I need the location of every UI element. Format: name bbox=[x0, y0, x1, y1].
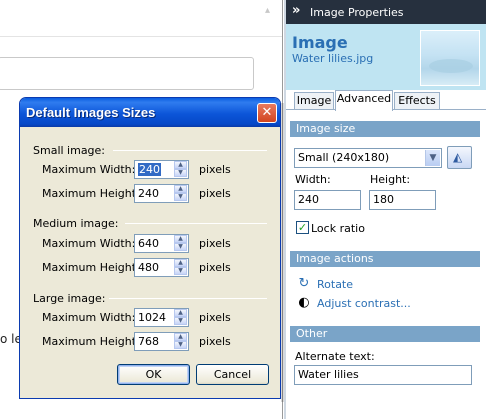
hero-filename: Water lilies.jpg bbox=[292, 52, 374, 65]
spin-down-icon[interactable]: ▼ bbox=[174, 341, 187, 349]
document-text-field[interactable] bbox=[0, 57, 254, 90]
image-properties-panel: » Image Properties Image Water lilies.jp… bbox=[286, 0, 486, 419]
tab-effects[interactable]: Effects bbox=[394, 92, 440, 110]
hero-title: Image bbox=[292, 33, 348, 52]
height-label: Height: bbox=[370, 173, 411, 186]
height-input[interactable]: 180 bbox=[369, 190, 436, 210]
large-max-width-label: Maximum Width: bbox=[42, 311, 136, 324]
small-max-width-label: Maximum Width: bbox=[42, 163, 136, 176]
chevron-down-icon[interactable]: ▼ bbox=[425, 150, 440, 166]
spin-up-icon[interactable]: ▲ bbox=[174, 161, 187, 169]
small-max-height-value[interactable]: 240 bbox=[138, 187, 159, 200]
double-chevron-right-icon[interactable]: » bbox=[292, 4, 300, 18]
tab-image[interactable]: Image bbox=[294, 92, 334, 110]
panel-title: Image Properties bbox=[310, 6, 404, 19]
group-label-small: Small image: bbox=[33, 144, 106, 157]
spin-up-icon[interactable]: ▲ bbox=[174, 235, 187, 243]
unit-label: pixels bbox=[199, 237, 231, 250]
cancel-button[interactable]: Cancel bbox=[196, 364, 269, 385]
size-settings-button[interactable]: ◭ bbox=[447, 146, 472, 169]
medium-max-height-value[interactable]: 480 bbox=[138, 261, 159, 274]
spin-up-icon[interactable]: ▲ bbox=[174, 259, 187, 267]
rotate-link[interactable]: Rotate bbox=[317, 278, 353, 291]
rotate-icon: ↻ bbox=[298, 276, 310, 291]
spin-down-icon[interactable]: ▼ bbox=[174, 317, 187, 325]
group-label-large: Large image: bbox=[33, 292, 106, 305]
large-max-height-label: Maximum Height: bbox=[42, 335, 140, 348]
dialog-titlebar[interactable]: Default Images Sizes ✕ bbox=[20, 98, 280, 127]
group-separator bbox=[125, 223, 267, 224]
small-max-height-spinner[interactable]: 240 ▲ ▼ bbox=[134, 184, 189, 203]
width-label: Width: bbox=[295, 173, 331, 186]
section-image-actions: Image actions bbox=[290, 251, 480, 267]
spin-down-icon[interactable]: ▼ bbox=[174, 267, 187, 275]
section-other: Other bbox=[290, 326, 480, 342]
ok-button[interactable]: OK bbox=[117, 364, 190, 385]
large-max-height-spinner[interactable]: 768 ▲ ▼ bbox=[134, 332, 189, 351]
medium-max-height-label: Maximum Height: bbox=[42, 261, 140, 274]
small-max-height-label: Maximum Height: bbox=[42, 187, 140, 200]
close-button[interactable]: ✕ bbox=[257, 103, 277, 123]
group-separator bbox=[113, 150, 267, 151]
unit-label: pixels bbox=[199, 335, 231, 348]
adjust-contrast-link[interactable]: Adjust contrast... bbox=[317, 297, 411, 310]
spin-down-icon[interactable]: ▼ bbox=[174, 169, 187, 177]
lock-ratio-checkbox[interactable]: ✓ bbox=[296, 221, 309, 234]
tab-strip: Image Advanced Effects bbox=[286, 90, 486, 111]
group-separator bbox=[109, 298, 267, 299]
image-thumbnail bbox=[420, 30, 480, 86]
lock-ratio-label: Lock ratio bbox=[311, 222, 365, 235]
alternate-text-label: Alternate text: bbox=[295, 350, 375, 363]
tab-advanced[interactable]: Advanced bbox=[335, 90, 393, 111]
spin-up-icon[interactable]: ▲ bbox=[174, 185, 187, 193]
section-image-size: Image size bbox=[290, 121, 480, 137]
large-max-width-spinner[interactable]: 1024 ▲ ▼ bbox=[134, 308, 189, 327]
panel-header: » Image Properties bbox=[286, 0, 486, 24]
panel-hero: Image Water lilies.jpg bbox=[286, 24, 486, 90]
unit-label: pixels bbox=[199, 261, 231, 274]
size-preset-value: Small (240x180) bbox=[298, 151, 390, 164]
close-icon: ✕ bbox=[261, 105, 273, 120]
collapse-icon[interactable]: ▴ bbox=[262, 5, 273, 16]
group-label-medium: Medium image: bbox=[33, 217, 119, 230]
spin-down-icon[interactable]: ▼ bbox=[174, 193, 187, 201]
large-max-height-value[interactable]: 768 bbox=[138, 335, 159, 348]
dialog-title: Default Images Sizes bbox=[26, 105, 156, 120]
alternate-text-input[interactable]: Water lilies bbox=[294, 365, 472, 385]
medium-max-width-spinner[interactable]: 640 ▲ ▼ bbox=[134, 234, 189, 253]
small-max-width-value[interactable]: 240 bbox=[138, 163, 161, 176]
contrast-icon: ◐ bbox=[298, 295, 310, 310]
medium-max-height-spinner[interactable]: 480 ▲ ▼ bbox=[134, 258, 189, 277]
size-preset-select[interactable]: Small (240x180) ▼ bbox=[294, 148, 442, 168]
document-toolbar: ▴ bbox=[0, 0, 282, 22]
dialog-shadow bbox=[281, 103, 284, 402]
unit-label: pixels bbox=[199, 163, 231, 176]
width-input[interactable]: 240 bbox=[294, 190, 361, 210]
unit-label: pixels bbox=[199, 187, 231, 200]
spin-down-icon[interactable]: ▼ bbox=[174, 243, 187, 251]
medium-max-width-label: Maximum Width: bbox=[42, 237, 136, 250]
ruler-icon: ◭ bbox=[453, 150, 463, 164]
default-image-sizes-dialog: Default Images Sizes ✕ Small image: Maxi… bbox=[19, 97, 281, 399]
spin-up-icon[interactable]: ▲ bbox=[174, 309, 187, 317]
document-divider bbox=[0, 36, 282, 37]
spin-up-icon[interactable]: ▲ bbox=[174, 333, 187, 341]
large-max-width-value[interactable]: 1024 bbox=[138, 311, 166, 324]
dialog-body: Small image: Maximum Width: 240 ▲ ▼ pixe… bbox=[23, 127, 277, 397]
unit-label: pixels bbox=[199, 311, 231, 324]
medium-max-width-value[interactable]: 640 bbox=[138, 237, 159, 250]
small-max-width-spinner[interactable]: 240 ▲ ▼ bbox=[134, 160, 189, 179]
